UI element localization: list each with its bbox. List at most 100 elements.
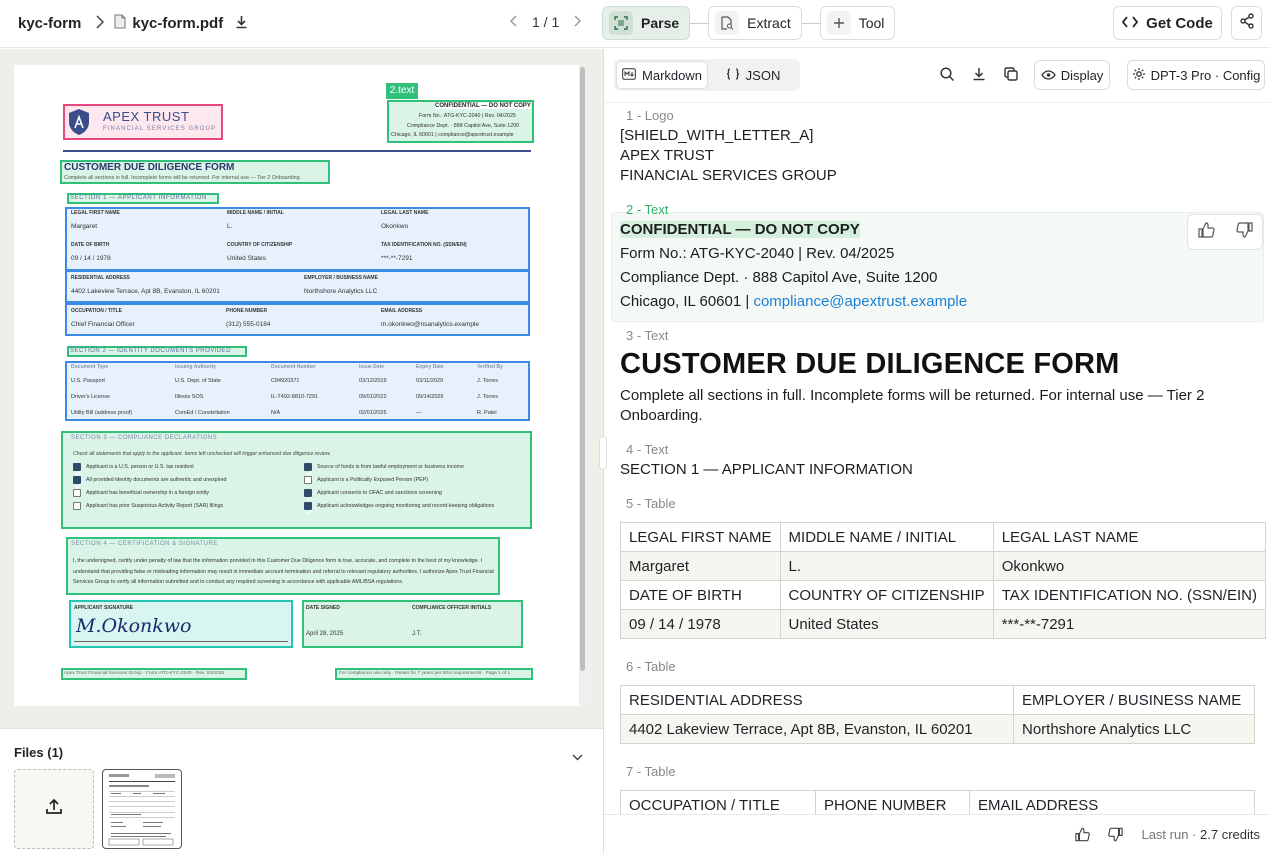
thumbs-down-icon[interactable] — [1235, 221, 1253, 243]
doc-cell: Driver's License — [71, 394, 110, 400]
block-label-5: 5 - Table — [626, 496, 676, 511]
thumbs-up-icon[interactable] — [1197, 221, 1216, 243]
checkbox-unchecked[interactable] — [73, 502, 81, 510]
table-cell: United States — [779, 609, 994, 639]
doc-header-cell: Document Number — [271, 364, 316, 370]
declaration-text: Source of funds is from lawful employmen… — [317, 464, 464, 470]
header-rule — [63, 150, 531, 152]
applicant-table-2[interactable] — [65, 270, 530, 303]
pdf-brand-sub: FINANCIAL SERVICES GROUP — [103, 126, 217, 132]
confidential-heading-text: CONFIDENTIAL — DO NOT COPY — [620, 221, 860, 238]
get-code-button[interactable]: Get Code — [1113, 6, 1222, 40]
doc-cell: 03/11/2029 — [416, 378, 444, 384]
doc-cell: R. Patel — [477, 410, 497, 416]
table-cell: Okonkwo — [992, 551, 1266, 581]
display-button[interactable]: Display — [1034, 60, 1110, 90]
applicant-table-3[interactable] — [65, 303, 530, 336]
doc-cell: J. Torres — [477, 394, 498, 400]
pdf-subtitle: Complete all sections in full. Incomplet… — [64, 175, 301, 181]
pdf-f-email: EMAIL ADDRESS — [381, 308, 423, 314]
table-cell: Northshore Analytics LLC — [1013, 714, 1255, 744]
table-row: LEGAL FIRST NAME MIDDLE NAME / INITIAL LEG… — [620, 522, 1266, 552]
checkbox-unchecked[interactable] — [304, 476, 312, 484]
table-cell: LEGAL FIRST NAME — [620, 522, 781, 552]
checkbox-checked[interactable] — [304, 489, 312, 502]
doc-cell: ComEd / Constellation — [175, 410, 230, 416]
doc-header-cell: Issue Date — [359, 364, 385, 370]
json-tab[interactable]: JSON — [708, 61, 798, 89]
pdf-scroll-thumb[interactable] — [580, 67, 585, 671]
thumbs-down-icon[interactable] — [1107, 827, 1123, 847]
confidential-heading: CONFIDENTIAL — DO NOT COPY — [620, 220, 860, 240]
thumbs-up-icon[interactable] — [1075, 827, 1091, 847]
next-page-icon[interactable] — [573, 14, 582, 30]
declaration-text: All provided identity documents are auth… — [86, 477, 227, 483]
table-cell: 09 / 14 / 1978 — [620, 609, 781, 639]
declaration-text: Applicant acknowledges ongoing monitorin… — [317, 503, 495, 509]
page-indicator: 1 / 1 — [532, 14, 560, 30]
prev-page-icon[interactable] — [509, 14, 518, 30]
markdown-label: Markdown — [642, 67, 702, 83]
upload-button[interactable] — [14, 769, 94, 849]
top-bar: kyc-form kyc-form.pdf 1 / 1 Parse Extrac… — [0, 0, 1270, 48]
file-icon — [114, 14, 126, 33]
last-run-prefix: Last run · — [1141, 827, 1200, 842]
share-button[interactable] — [1231, 6, 1262, 40]
get-code-label: Get Code — [1146, 14, 1213, 32]
markdown-tab[interactable]: Markdown — [616, 61, 708, 89]
checkbox-unchecked[interactable] — [73, 489, 81, 497]
pdf-v-first: Margaret — [71, 223, 98, 230]
pdf-f-tax: TAX IDENTIFICATION NO. (SSN/EIN) — [381, 242, 467, 248]
output-toolbar: Markdown JSON Display DPT-3 Pro · Config — [604, 49, 1270, 103]
tab-extract[interactable]: Extract — [708, 6, 802, 40]
tab-parse[interactable]: Parse — [602, 6, 691, 40]
download-icon[interactable] — [235, 15, 248, 33]
pdf-conf-l2: Compliance Dept. · 888 Capitol Ave, Suit… — [407, 123, 520, 129]
checkbox-checked[interactable] — [304, 502, 312, 515]
pdf-title: CUSTOMER DUE DILIGENCE FORM — [64, 162, 235, 173]
declaration-text: Applicant is a U.S. person or U.S. tax r… — [86, 464, 194, 470]
applicant-table-1[interactable] — [65, 207, 530, 271]
table-cell: EMAIL ADDRESS — [969, 790, 1255, 814]
pdf-f-occ: OCCUPATION / TITLE — [71, 308, 122, 314]
pdf-v-emp: Northshore Analytics LLC — [304, 288, 378, 295]
file-thumbnail[interactable] — [102, 769, 182, 849]
chevron-down-icon[interactable] — [572, 748, 583, 766]
pdf-foot-left: Apex Trust Financial Services Group · Fo… — [64, 671, 225, 676]
tab-extract-label: Extract — [747, 15, 791, 31]
block-label-3: 3 - Text — [626, 328, 669, 343]
pdf-f-last: LEGAL LAST NAME — [381, 210, 429, 216]
pdf-v-tax: ***-**-7291 — [381, 255, 413, 262]
block-tag: 2.text — [386, 83, 418, 99]
breadcrumb-project[interactable]: kyc-form — [18, 15, 81, 32]
pdf-s3: SECTION 3 — COMPLIANCE DECLARATIONS — [71, 435, 218, 441]
pdf-v-cit: United States — [227, 255, 267, 262]
tab-tool[interactable]: Tool — [819, 6, 896, 40]
checkbox-checked[interactable] — [73, 463, 81, 476]
pdf-cert: I, the undersigned, certify under penalt… — [73, 558, 494, 585]
breadcrumb-file[interactable]: kyc-form.pdf — [132, 15, 223, 32]
table-cell: COUNTRY OF CITIZENSHIP — [779, 580, 994, 610]
search-icon[interactable] — [940, 67, 955, 82]
doc-cell: 03/12/2019 — [359, 378, 387, 384]
doc-header-cell: Issuing Authority — [175, 364, 216, 370]
checkbox-checked[interactable] — [73, 476, 81, 489]
code-icon — [1122, 15, 1139, 32]
pdf-page[interactable]: APEX TRUST FINANCIAL SERVICES GROUP 2.te… — [14, 65, 581, 706]
format-toggle: Markdown JSON — [614, 59, 800, 91]
scan-icon — [609, 11, 633, 35]
config-button[interactable]: DPT-3 Pro · Config — [1127, 60, 1265, 90]
table-cell: ***-**-7291 — [992, 609, 1266, 639]
markdown-icon — [622, 67, 636, 83]
section-1-heading: SECTION 1 — APPLICANT INFORMATION — [620, 461, 913, 478]
doc-cell: 09/01/2022 — [359, 394, 387, 400]
checkbox-checked[interactable] — [304, 463, 312, 476]
download-icon[interactable] — [972, 67, 986, 81]
copy-icon[interactable] — [1004, 67, 1018, 81]
mode-tabs: Parse Extract Tool — [602, 6, 896, 40]
email-link[interactable]: compliance@apextrust.example — [753, 293, 967, 310]
documents-table[interactable] — [65, 361, 530, 421]
pdf-v-addr: 4402 Lakeview Terrace, Apt 8B, Evanston,… — [71, 288, 220, 295]
doc-cell: 02/01/2025 — [359, 410, 387, 416]
plus-icon — [826, 11, 851, 35]
